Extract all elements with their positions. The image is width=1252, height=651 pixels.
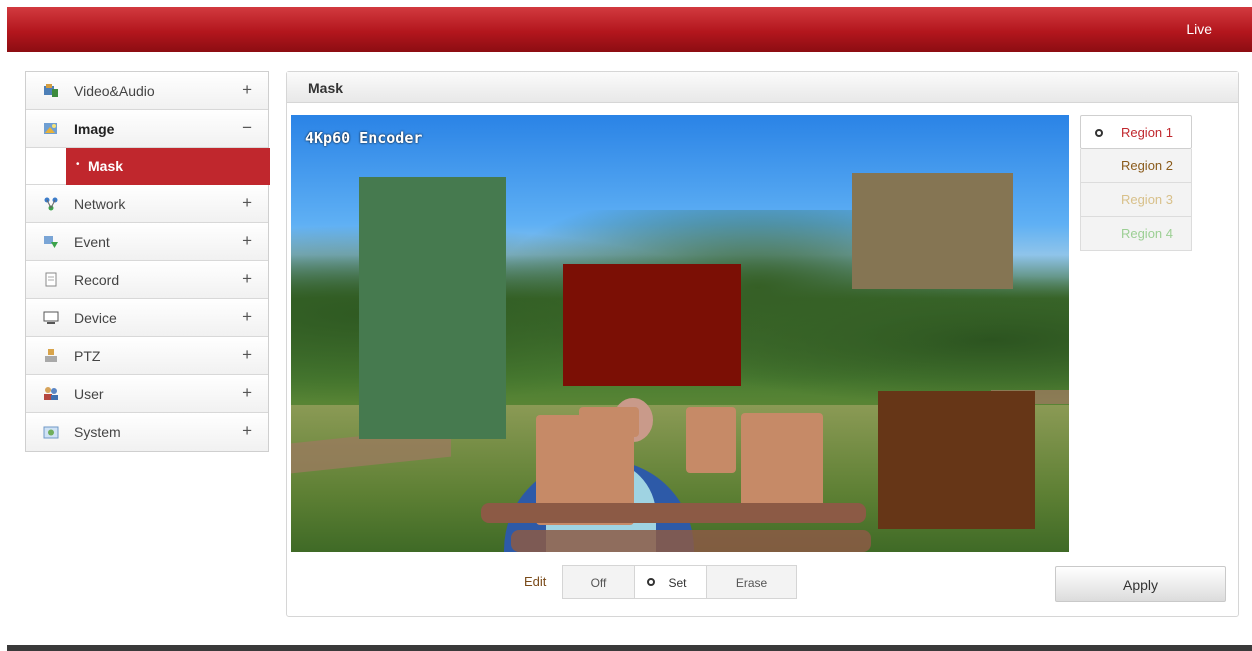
region-label: Region 4 bbox=[1120, 226, 1173, 241]
bullet-icon: • bbox=[76, 159, 80, 170]
image-icon bbox=[44, 123, 57, 134]
expand-icon[interactable]: + bbox=[242, 80, 252, 100]
sidebar-item-label: User bbox=[74, 386, 104, 402]
region-label: Region 2 bbox=[1120, 158, 1173, 173]
video-scene-seat bbox=[511, 530, 871, 552]
sidebar-item-network[interactable]: Network + bbox=[26, 185, 268, 223]
sidebar-item-label: Image bbox=[74, 121, 115, 137]
edit-erase-label: Erase bbox=[735, 576, 768, 590]
encoder-overlay-label: 4Kp60 Encoder bbox=[305, 129, 423, 147]
submenu-item-label: Mask bbox=[88, 158, 124, 174]
event-icon bbox=[44, 236, 58, 248]
privacy-mask-4[interactable] bbox=[878, 391, 1035, 529]
radio-dot-icon bbox=[647, 578, 655, 586]
edit-set-button[interactable]: Set bbox=[634, 566, 707, 598]
sidebar-item-system[interactable]: System + bbox=[26, 413, 268, 451]
edit-erase-button[interactable]: Erase bbox=[707, 566, 796, 598]
region-tab-4[interactable]: Region 4 bbox=[1080, 217, 1192, 251]
collapse-icon[interactable]: − bbox=[242, 118, 252, 138]
sidebar-item-label: Device bbox=[74, 310, 117, 326]
submenu-image: • Mask bbox=[26, 148, 270, 185]
sidebar-item-video-audio[interactable]: Video&Audio + bbox=[26, 72, 268, 110]
sidebar-item-label: Video&Audio bbox=[74, 83, 155, 99]
expand-icon[interactable]: + bbox=[242, 345, 252, 365]
ptz-icon bbox=[45, 349, 57, 362]
sidebar-item-label: Record bbox=[74, 272, 120, 288]
sidebar-item-user[interactable]: User + bbox=[26, 375, 268, 413]
region-tab-1[interactable]: Region 1 bbox=[1080, 115, 1192, 149]
sidebar-item-event[interactable]: Event + bbox=[26, 223, 268, 261]
sidebar-item-label: Event bbox=[74, 234, 110, 250]
panel-header: Mask bbox=[287, 72, 1238, 103]
bottom-bar bbox=[7, 645, 1252, 651]
network-icon bbox=[44, 197, 58, 211]
device-icon bbox=[43, 311, 59, 324]
sidebar-item-label: Network bbox=[74, 196, 126, 212]
edit-set-label: Set bbox=[668, 576, 687, 590]
expand-icon[interactable]: + bbox=[242, 383, 252, 403]
sidebar-item-record[interactable]: Record + bbox=[26, 261, 268, 299]
region-label: Region 3 bbox=[1120, 192, 1173, 207]
sidebar-item-device[interactable]: Device + bbox=[26, 299, 268, 337]
region-label: Region 1 bbox=[1120, 125, 1173, 140]
region-selector: Region 1 Region 2 Region 3 Region 4 bbox=[1080, 115, 1192, 251]
system-icon bbox=[43, 426, 59, 439]
submenu-item-mask[interactable]: • Mask bbox=[66, 148, 270, 185]
sidebar-menu: Video&Audio + Image − • Mask Network + E… bbox=[25, 71, 270, 452]
video-audio-icon bbox=[44, 84, 58, 97]
privacy-mask-2[interactable] bbox=[563, 264, 741, 386]
edit-off-label: Off bbox=[590, 576, 607, 590]
sidebar-item-label: System bbox=[74, 424, 121, 440]
user-icon bbox=[44, 387, 58, 400]
privacy-mask-1[interactable] bbox=[359, 177, 506, 439]
expand-icon[interactable]: + bbox=[242, 193, 252, 213]
privacy-mask-3[interactable] bbox=[852, 173, 1013, 289]
region-tab-3[interactable]: Region 3 bbox=[1080, 183, 1192, 217]
sidebar-item-image[interactable]: Image − bbox=[26, 110, 268, 148]
record-icon bbox=[45, 272, 57, 287]
sidebar-item-label: PTZ bbox=[74, 348, 101, 364]
radio-dot-icon bbox=[1095, 129, 1103, 137]
video-scene-seat bbox=[481, 503, 866, 523]
live-link[interactable]: Live bbox=[1186, 21, 1212, 37]
expand-icon[interactable]: + bbox=[242, 231, 252, 251]
edit-off-button[interactable]: Off bbox=[563, 566, 634, 598]
edit-label: Edit bbox=[524, 574, 547, 589]
expand-icon[interactable]: + bbox=[242, 269, 252, 289]
top-bar: Live bbox=[7, 7, 1252, 52]
expand-icon[interactable]: + bbox=[242, 421, 252, 441]
region-tab-2[interactable]: Region 2 bbox=[1080, 149, 1192, 183]
apply-button[interactable]: Apply bbox=[1055, 566, 1226, 602]
video-scene-seat bbox=[686, 407, 736, 473]
edit-mode-toggle: Off Set Erase bbox=[562, 565, 797, 599]
page-title: Mask bbox=[308, 80, 344, 96]
sidebar-item-ptz[interactable]: PTZ + bbox=[26, 337, 268, 375]
video-scene-seat bbox=[579, 407, 639, 437]
expand-icon[interactable]: + bbox=[242, 307, 252, 327]
video-preview[interactable]: 4Kp60 Encoder bbox=[291, 115, 1069, 552]
